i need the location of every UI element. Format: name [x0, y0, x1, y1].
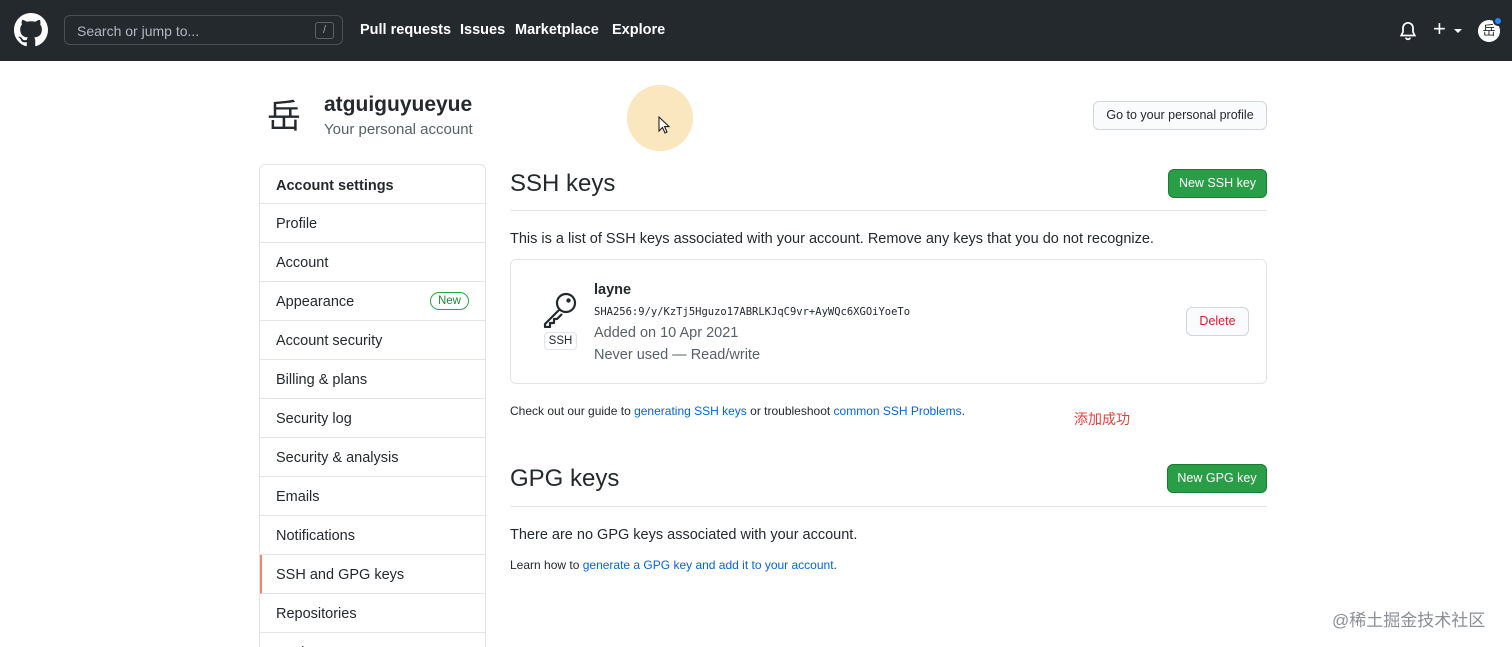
global-header: Search or jump to... / Pull requests Iss… [0, 0, 1512, 61]
ssh-divider [510, 210, 1267, 211]
account-subtitle: Your personal account [324, 121, 473, 138]
sidebar-item-label: Appearance [276, 294, 355, 310]
settings-sidebar: Account settings Profile Account Appeara… [259, 164, 486, 647]
watermark: @稀土掘金技术社区 [1332, 611, 1486, 630]
ssh-key-usage: Never used — Read/write [594, 347, 761, 363]
nav-pull-requests[interactable]: Pull requests [360, 22, 451, 38]
bell-icon[interactable] [1398, 21, 1418, 41]
sidebar-item-billing[interactable]: Billing & plans [260, 360, 485, 399]
new-gpg-key-button[interactable]: New GPG key [1167, 464, 1267, 493]
nav-issues[interactable]: Issues [460, 22, 505, 38]
account-username[interactable]: atguiguyueyue [324, 93, 472, 117]
search-shortcut-hint: / [315, 22, 334, 39]
ssh-keys-title: SSH keys [510, 170, 616, 197]
notification-dot [1493, 16, 1503, 26]
common-ssh-problems-link[interactable]: common SSH Problems [834, 404, 962, 418]
ssh-guide-middle: or troubleshoot [746, 404, 834, 418]
gpg-learn-text: Learn how to generate a GPG key and add … [510, 558, 837, 572]
gpg-learn-suffix: . [833, 558, 837, 572]
sidebar-item-emails[interactable]: Emails [260, 477, 485, 516]
sidebar-item-repositories[interactable]: Repositories [260, 594, 485, 633]
sidebar-item-notifications[interactable]: Notifications [260, 516, 485, 555]
ssh-key-added-date: Added on 10 Apr 2021 [594, 325, 739, 341]
new-ssh-key-button[interactable]: New SSH key [1168, 169, 1267, 198]
gpg-keys-title: GPG keys [510, 465, 620, 492]
ssh-key-fingerprint: SHA256:9/y/KzTj5Hguzo17ABRLKJqC9vr+AyWQc… [594, 306, 911, 318]
gpg-learn-prefix: Learn how to [510, 558, 583, 572]
chevron-down-icon [1454, 29, 1462, 33]
gpg-divider [510, 506, 1267, 507]
plus-icon[interactable]: + [1433, 18, 1446, 40]
sidebar-item-packages[interactable]: Packages [260, 633, 485, 647]
sidebar-item-appearance[interactable]: Appearance New [260, 282, 485, 321]
key-icon [543, 292, 577, 328]
nav-marketplace[interactable]: Marketplace [515, 22, 599, 38]
generate-gpg-key-link[interactable]: generate a GPG key and add it to your ac… [583, 558, 834, 572]
sidebar-item-account-security[interactable]: Account security [260, 321, 485, 360]
success-annotation: 添加成功 [1074, 411, 1130, 427]
sidebar-item-ssh-gpg-keys[interactable]: SSH and GPG keys [260, 555, 485, 594]
ssh-key-title: layne [594, 282, 632, 298]
mouse-cursor-icon [658, 116, 671, 134]
nav-explore[interactable]: Explore [612, 22, 665, 38]
sidebar-item-security-log[interactable]: Security log [260, 399, 485, 438]
ssh-guide-text: Check out our guide to generating SSH ke… [510, 404, 965, 418]
search-input[interactable]: Search or jump to... / [64, 15, 343, 45]
github-mark-icon[interactable] [14, 13, 48, 47]
go-to-profile-button[interactable]: Go to your personal profile [1093, 101, 1267, 130]
ssh-description: This is a list of SSH keys associated wi… [510, 231, 1154, 247]
sidebar-item-security-analysis[interactable]: Security & analysis [260, 438, 485, 477]
delete-ssh-key-button[interactable]: Delete [1186, 307, 1249, 336]
new-badge: New [429, 292, 469, 310]
generating-ssh-keys-link[interactable]: generating SSH keys [634, 404, 747, 418]
ssh-guide-suffix: . [961, 404, 965, 418]
sidebar-item-account[interactable]: Account [260, 243, 485, 282]
search-placeholder: Search or jump to... [77, 23, 200, 39]
ssh-guide-prefix: Check out our guide to [510, 404, 635, 418]
sidebar-heading: Account settings [260, 165, 485, 204]
gpg-empty-text: There are no GPG keys associated with yo… [510, 527, 858, 543]
sidebar-item-profile[interactable]: Profile [260, 204, 485, 243]
account-avatar: 岳 [267, 98, 301, 136]
ssh-key-item [510, 259, 1267, 384]
ssh-type-label: SSH [544, 332, 577, 350]
